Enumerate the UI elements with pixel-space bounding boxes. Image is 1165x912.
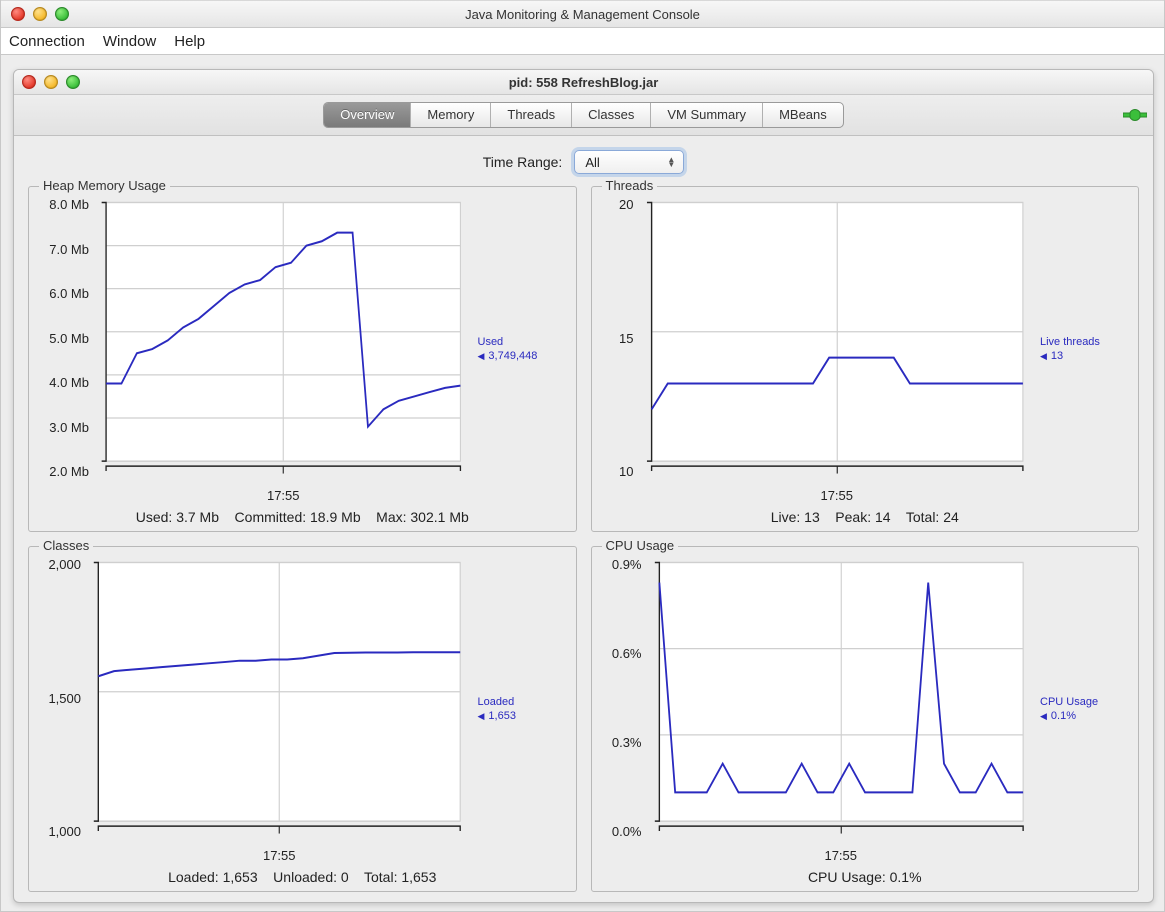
cpu-x-tick: 17:55: [648, 848, 1035, 863]
ytick: 8.0 Mb: [49, 197, 89, 212]
menu-help[interactable]: Help: [174, 33, 205, 50]
tab-vm-summary[interactable]: VM Summary: [650, 103, 762, 127]
cpu-y-axis: 0.9% 0.6% 0.3% 0.0%: [600, 555, 648, 863]
menubar: Connection Window Help: [1, 28, 1164, 55]
outer-window-title: Java Monitoring & Management Console: [1, 7, 1164, 22]
classes-legend-value: 1,653: [488, 710, 516, 722]
heap-legend: Used ◀3,749,448: [472, 195, 568, 503]
ytick: 2,000: [48, 557, 81, 572]
panel-cpu: CPU Usage 0.9% 0.6% 0.3% 0.0% 17:55: [591, 546, 1140, 892]
threads-legend: Live threads ◀ 13: [1034, 195, 1130, 503]
ytick: 10: [619, 464, 633, 479]
ytick: 0.6%: [612, 646, 642, 661]
ytick: 5.0 Mb: [49, 331, 89, 346]
tab-memory[interactable]: Memory: [410, 103, 490, 127]
threads-legend-value: 13: [1051, 350, 1063, 362]
panel-threads: Threads 20 15 10 17:55 Live threads: [591, 186, 1140, 532]
panel-threads-title: Threads: [602, 178, 658, 193]
left-arrow-icon: ◀: [1040, 349, 1047, 363]
left-arrow-icon: ◀: [478, 709, 485, 723]
heap-plot: 17:55: [95, 195, 472, 503]
inner-titlebar: pid: 558 RefreshBlog.jar: [14, 70, 1153, 95]
heap-x-tick: 17:55: [95, 488, 472, 503]
tab-mbeans[interactable]: MBeans: [762, 103, 843, 127]
heap-y-axis: 8.0 Mb 7.0 Mb 6.0 Mb 5.0 Mb 4.0 Mb 3.0 M…: [37, 195, 95, 503]
panel-cpu-title: CPU Usage: [602, 538, 679, 553]
heap-status: Used: 3.7 Mb Committed: 18.9 Mb Max: 302…: [37, 503, 568, 525]
tab-overview[interactable]: Overview: [324, 103, 410, 127]
cpu-legend-value: 0.1%: [1051, 710, 1076, 722]
panel-classes-title: Classes: [39, 538, 93, 553]
cpu-legend-name: CPU Usage: [1040, 695, 1130, 709]
ytick: 3.0 Mb: [49, 420, 89, 435]
time-range-label: Time Range:: [483, 154, 563, 170]
cpu-legend: CPU Usage ◀ 0.1%: [1034, 555, 1130, 863]
ytick: 6.0 Mb: [49, 286, 89, 301]
classes-status: Loaded: 1,653 Unloaded: 0 Total: 1,653: [37, 863, 568, 885]
outer-titlebar: Java Monitoring & Management Console: [1, 0, 1164, 28]
classes-legend: Loaded ◀1,653: [472, 555, 568, 863]
classes-y-axis: 2,000 1,500 1,000: [37, 555, 87, 863]
ytick: 2.0 Mb: [49, 464, 89, 479]
threads-status: Live: 13 Peak: 14 Total: 24: [600, 503, 1131, 525]
cpu-status: CPU Usage: 0.1%: [600, 863, 1131, 885]
tab-classes[interactable]: Classes: [571, 103, 650, 127]
classes-legend-name: Loaded: [478, 695, 568, 709]
connection-status-icon[interactable]: [1123, 106, 1147, 124]
ytick: 0.0%: [612, 824, 642, 839]
inner-window: pid: 558 RefreshBlog.jar Overview Memory…: [13, 69, 1154, 903]
panel-classes: Classes 2,000 1,500 1,000 17:55 Loaded: [28, 546, 577, 892]
classes-plot: 17:55: [87, 555, 472, 863]
ytick: 0.3%: [612, 735, 642, 750]
threads-legend-name: Live threads: [1040, 335, 1130, 349]
threads-x-tick: 17:55: [640, 488, 1035, 503]
time-range-row: Time Range: All ▲▼: [14, 136, 1153, 182]
heap-legend-name: Used: [478, 335, 568, 349]
threads-plot: 17:55: [640, 195, 1035, 503]
ytick: 15: [619, 331, 633, 346]
inner-window-title: pid: 558 RefreshBlog.jar: [14, 75, 1153, 90]
ytick: 4.0 Mb: [49, 375, 89, 390]
left-arrow-icon: ◀: [1040, 709, 1047, 723]
charts-grid: Heap Memory Usage 8.0 Mb 7.0 Mb 6.0 Mb 5…: [14, 182, 1153, 902]
classes-x-tick: 17:55: [87, 848, 472, 863]
heap-legend-value: 3,749,448: [488, 350, 537, 362]
tabbar: Overview Memory Threads Classes VM Summa…: [14, 95, 1153, 136]
tabs-segmented: Overview Memory Threads Classes VM Summa…: [323, 102, 844, 128]
app-window: Java Monitoring & Management Console Con…: [0, 0, 1165, 912]
tab-threads[interactable]: Threads: [490, 103, 571, 127]
updown-arrows-icon: ▲▼: [667, 157, 675, 167]
ytick: 0.9%: [612, 557, 642, 572]
time-range-value: All: [585, 155, 599, 170]
threads-y-axis: 20 15 10: [600, 195, 640, 503]
left-arrow-icon: ◀: [478, 349, 485, 363]
time-range-select[interactable]: All ▲▼: [574, 150, 684, 174]
ytick: 1,000: [48, 824, 81, 839]
inner-area: pid: 558 RefreshBlog.jar Overview Memory…: [1, 55, 1164, 911]
menu-connection[interactable]: Connection: [9, 33, 85, 50]
ytick: 20: [619, 197, 633, 212]
panel-heap: Heap Memory Usage 8.0 Mb 7.0 Mb 6.0 Mb 5…: [28, 186, 577, 532]
ytick: 7.0 Mb: [49, 242, 89, 257]
cpu-plot: 17:55: [648, 555, 1035, 863]
panel-heap-title: Heap Memory Usage: [39, 178, 170, 193]
ytick: 1,500: [48, 691, 81, 706]
menu-window[interactable]: Window: [103, 33, 156, 50]
